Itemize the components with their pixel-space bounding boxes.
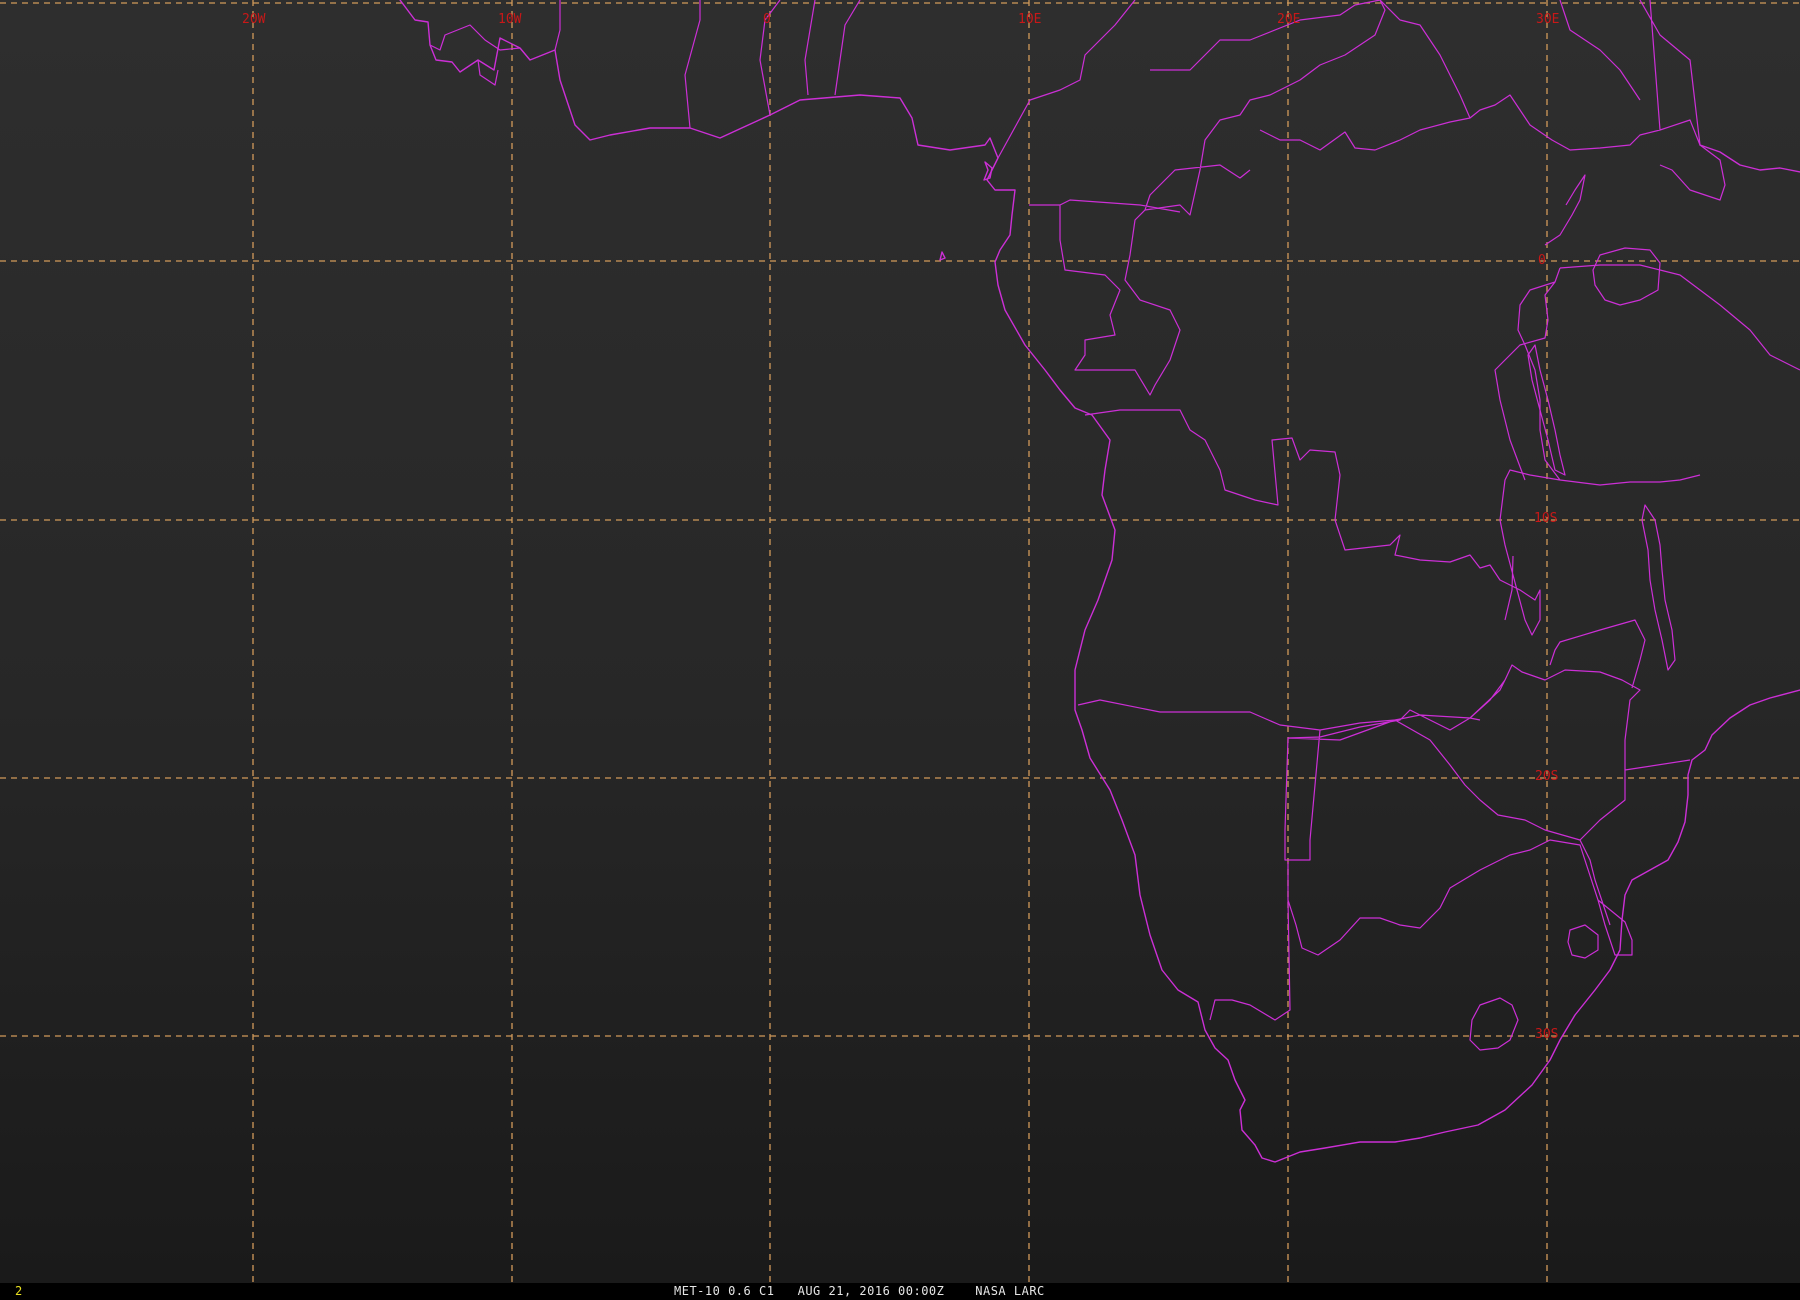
grid-label-lon-10w: 10W — [498, 12, 522, 27]
satellite-image-viewer: 20W 10W 0 10E 20E 30E 0 10S 20S 30S 2 ME… — [0, 0, 1800, 1300]
map-canvas: 20W 10W 0 10E 20E 30E 0 10S 20S 30S — [0, 0, 1800, 1283]
grid-label-lon-20e: 20E — [1277, 12, 1300, 27]
grid-label-lat-10s: 10S — [1534, 511, 1557, 526]
grid-label-lon-10e: 10E — [1018, 12, 1041, 27]
grid-label-lat-30s: 30S — [1535, 1027, 1558, 1042]
grid-label-lon-20w: 20W — [242, 12, 266, 27]
status-bar: 2 MET-10 0.6 C1 AUG 21, 2016 00:00Z NASA… — [0, 1283, 1800, 1300]
grid-label-lat-20s: 20S — [1535, 769, 1558, 784]
grid-label-lon-0: 0 — [763, 12, 771, 27]
ocean-background — [0, 0, 1800, 1283]
image-caption: MET-10 0.6 C1 AUG 21, 2016 00:00Z NASA L… — [674, 1284, 1045, 1298]
grid-label-lon-30e: 30E — [1536, 12, 1559, 27]
grid-label-lat-0: 0 — [1538, 253, 1546, 268]
frame-number: 2 — [15, 1284, 23, 1298]
